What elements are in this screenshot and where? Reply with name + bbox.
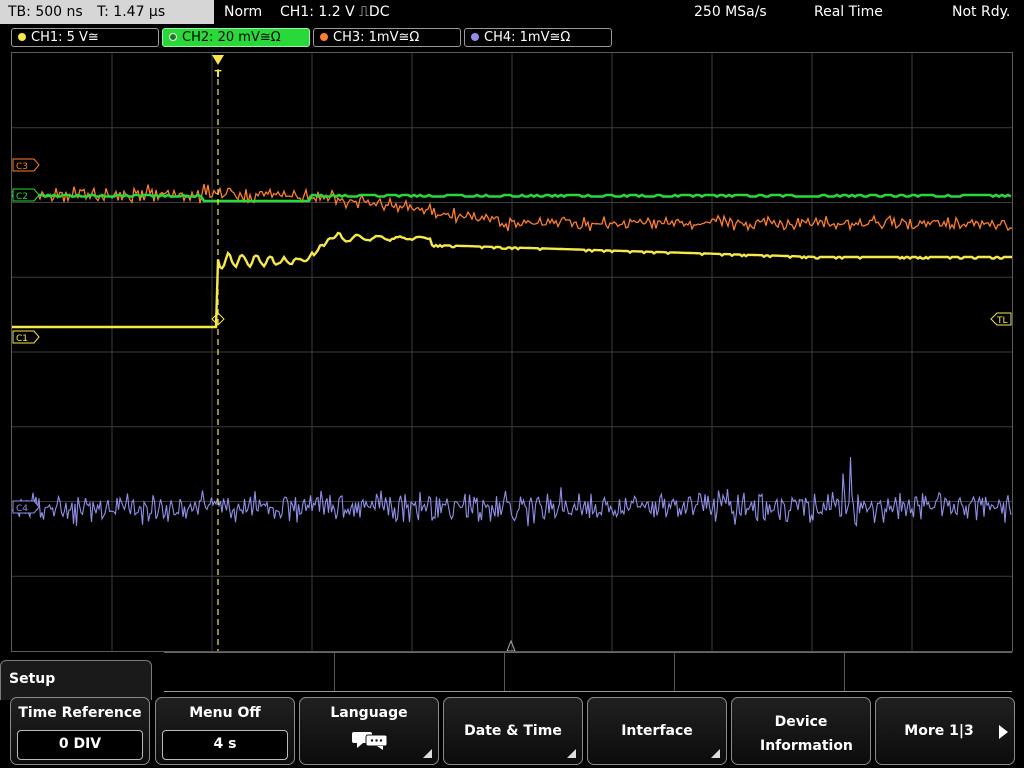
graticule [12, 53, 1012, 651]
channel-tab-ch4[interactable]: CH4: 1mV≅Ω [464, 28, 612, 47]
ch2-color-icon [169, 33, 177, 41]
channel-tab-label: CH2: 20 mV≅Ω [182, 30, 281, 45]
channel-tab-ch3[interactable]: CH3: 1mV≅Ω [313, 28, 461, 47]
ch1-color-icon [18, 33, 26, 41]
trigger-source[interactable]: CH1: 1.2 V ⎍DC [280, 0, 389, 24]
submenu-corner-icon [423, 749, 432, 758]
ch2-offset-label: C2 [16, 192, 28, 202]
softkey-label: Date & Time [464, 723, 562, 739]
time-reference-button[interactable]: Time Reference 0 DIV [10, 697, 150, 765]
channel-tab-ch1[interactable]: CH1: 5 V≅ [11, 28, 159, 47]
ch3-color-icon [320, 33, 328, 41]
softkey-label: Language [330, 705, 408, 721]
menu-off-value: 4 s [162, 730, 288, 760]
next-page-arrow-icon [999, 725, 1008, 739]
strip-divider [164, 691, 1012, 692]
device-information-button[interactable]: Device Information [731, 697, 871, 765]
ch2-offset-marker[interactable]: C2 [12, 188, 40, 202]
date-time-button[interactable]: Date & Time [443, 697, 583, 765]
menu-off-button[interactable]: Menu Off 4 s [155, 697, 295, 765]
trigger-mode[interactable]: Norm [224, 0, 262, 24]
trigger-status: Not Rdy. [952, 4, 1011, 20]
timebase-box[interactable]: TB: 500 ns T: 1.47 µs [0, 0, 214, 24]
trigger-level-marker[interactable]: TL [990, 312, 1012, 326]
softkey-label: Interface [621, 723, 693, 739]
channel-tab-label: CH1: 5 V≅ [31, 30, 99, 45]
horizontal-center-icon [506, 639, 516, 651]
sample-rate: 250 MSa/s [694, 4, 767, 20]
ch1-offset-label: C1 [16, 334, 28, 344]
menu-title: Setup [9, 671, 56, 687]
ch4-offset-label: C4 [16, 504, 28, 514]
ch1-offset-marker[interactable]: C1 [12, 330, 40, 344]
softkey-label: Device Information [760, 714, 853, 754]
softkey-label: Menu Off [189, 705, 261, 721]
ch4-color-icon [471, 33, 479, 41]
timebase-value: TB: 500 ns [8, 4, 83, 20]
speech-bubbles-icon [352, 732, 388, 750]
interface-button[interactable]: Interface [587, 697, 727, 765]
menu-title-tab: Setup [0, 660, 152, 700]
trigger-position-marker[interactable]: T [212, 55, 224, 80]
overview-strip [164, 652, 1012, 692]
softkey-label: Time Reference [18, 705, 142, 721]
time-reference-value: 0 DIV [17, 730, 143, 760]
ch4-offset-marker[interactable]: C4 [12, 500, 40, 514]
language-button[interactable]: Language [299, 697, 439, 765]
more-button[interactable]: More 1|3 [875, 697, 1015, 765]
softkey-label: More 1|3 [904, 723, 974, 739]
acquisition-mode: Real Time [814, 4, 883, 20]
ch3-offset-label: C3 [16, 162, 28, 172]
waveform-display[interactable]: T C3 C2 C1 C4 TL [11, 52, 1013, 652]
status-bar: TB: 500 ns T: 1.47 µs Norm CH1: 1.2 V ⎍D… [0, 0, 1024, 26]
trigger-position-label: T [215, 69, 222, 80]
trigger-time-value: T: 1.47 µs [97, 4, 166, 20]
submenu-corner-icon [567, 749, 576, 758]
channel-tab-label: CH4: 1mV≅Ω [484, 30, 571, 45]
ch3-offset-marker[interactable]: C3 [12, 158, 40, 172]
channel-tab-label: CH3: 1mV≅Ω [333, 30, 420, 45]
submenu-corner-icon [711, 749, 720, 758]
channel-tab-ch2[interactable]: CH2: 20 mV≅Ω [162, 28, 310, 47]
trigger-level-label: TL [996, 316, 1008, 326]
strip-divider [164, 652, 1012, 653]
